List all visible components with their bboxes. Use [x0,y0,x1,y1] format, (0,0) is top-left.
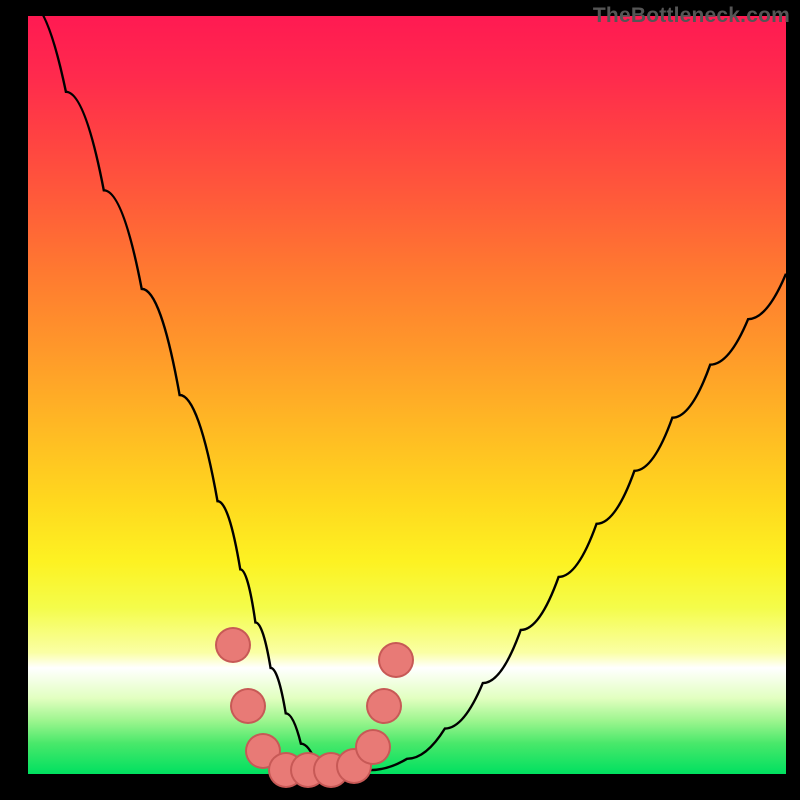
curve-marker [215,627,251,663]
watermark-text: TheBottleneck.com [593,4,790,28]
curve-marker [355,729,391,765]
curve-marker [230,688,266,724]
curve-markers [28,16,786,774]
curve-marker [366,688,402,724]
curve-marker [378,642,414,678]
chart-plot-area [28,16,786,774]
